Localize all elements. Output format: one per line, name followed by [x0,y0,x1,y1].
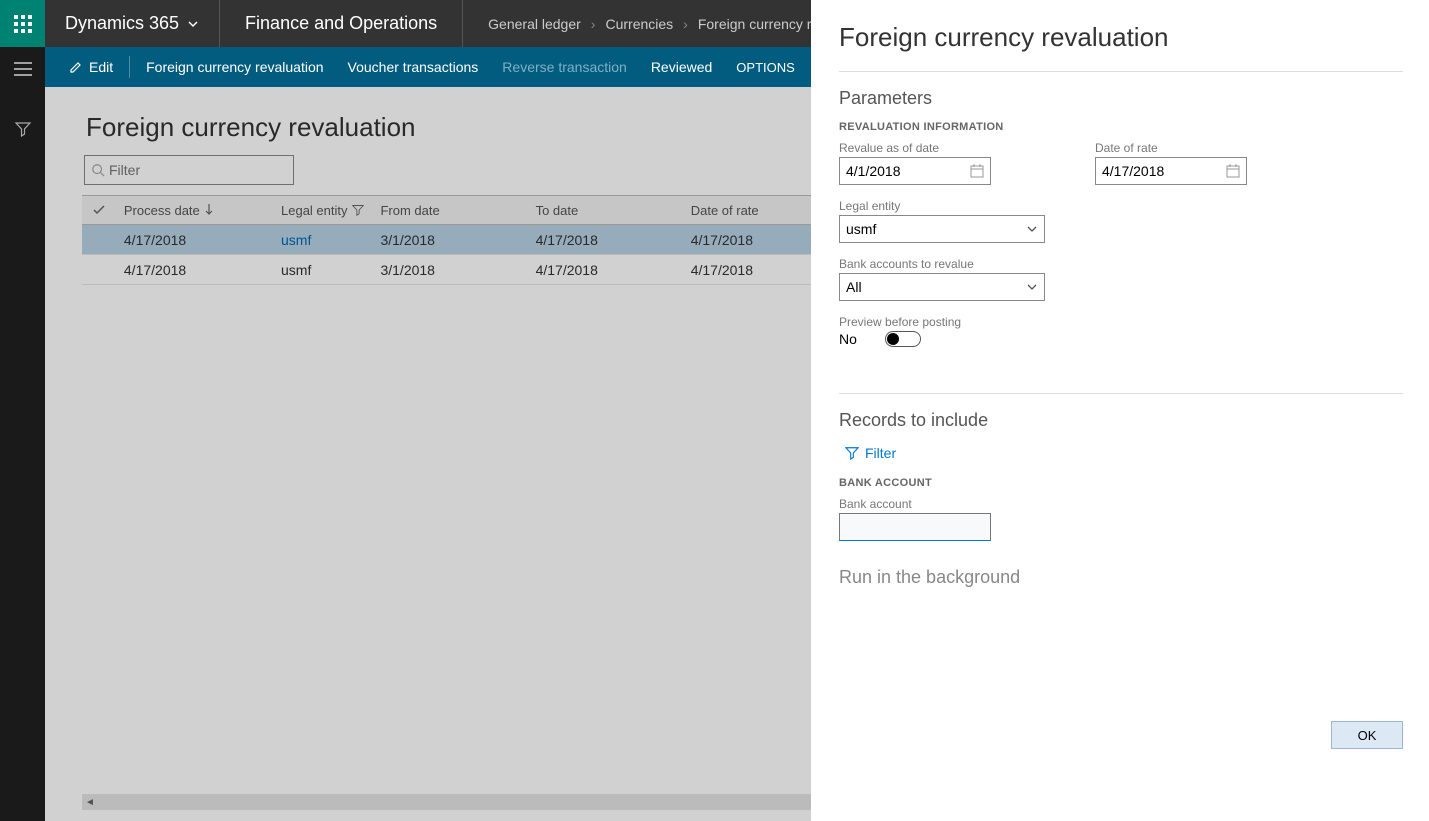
cell-from-date: 3/1/2018 [372,262,527,278]
breadcrumb-item[interactable]: Currencies [605,16,673,32]
chevron-right-icon: › [591,16,596,32]
brand-label: Dynamics 365 [65,13,179,34]
check-icon [92,203,106,217]
scroll-left-icon[interactable]: ◄ [82,794,98,810]
cell-legal-entity[interactable]: usmf [273,232,372,248]
records-heading: Records to include [839,410,1429,431]
calendar-icon [970,164,984,178]
cell-to-date: 4/17/2018 [528,232,683,248]
sort-down-icon [204,204,214,216]
input-value: 4/1/2018 [846,163,901,179]
ok-button[interactable]: OK [1331,721,1403,749]
cell-legal-entity: usmf [273,262,372,278]
revalue-as-of-input[interactable]: 4/1/2018 [839,157,991,185]
filter-box[interactable] [84,155,294,185]
options-button[interactable]: OPTIONS [724,47,807,87]
search-icon [91,163,105,177]
breadcrumb-item[interactable]: Foreign currency r [698,16,812,32]
pencil-icon [69,60,83,74]
filter-link-label: Filter [865,445,896,461]
cell-from-date: 3/1/2018 [372,232,527,248]
run-background-heading[interactable]: Run in the background [839,567,1429,588]
side-filter-button[interactable] [0,109,45,149]
filter-link[interactable]: Filter [839,445,1429,461]
preview-label: Preview before posting [839,315,1045,329]
fcr-button[interactable]: Foreign currency revaluation [134,47,335,87]
select-all-checkbox[interactable] [82,203,116,217]
voucher-button[interactable]: Voucher transactions [336,47,491,87]
col-to-date[interactable]: To date [528,203,683,218]
table-row[interactable]: 4/17/2018usmf3/1/20184/17/20184/17/2018 [82,255,812,285]
chevron-down-icon [1026,223,1038,235]
filter-input[interactable] [109,162,290,178]
calendar-icon [1226,164,1240,178]
select-value: usmf [846,221,876,237]
bank-accounts-select[interactable]: All [839,273,1045,301]
reviewed-button[interactable]: Reviewed [639,47,724,87]
cell-date-of-rate: 4/17/2018 [683,232,812,248]
preview-value: No [839,331,857,347]
select-value: All [846,279,862,295]
breadcrumb-item[interactable]: General ledger [488,16,581,32]
divider [839,71,1403,72]
reverse-button: Reverse transaction [490,47,639,87]
horizontal-scrollbar[interactable]: ◄ [82,794,812,810]
grid: Process date Legal entity From date To d… [82,195,812,285]
brand-dropdown[interactable]: Dynamics 365 [45,0,220,47]
breadcrumb: General ledger › Currencies › Foreign cu… [463,16,836,32]
date-of-rate-label: Date of rate [1095,141,1247,155]
bank-account-input[interactable] [839,513,991,541]
cell-process-date: 4/17/2018 [116,232,273,248]
divider [129,56,130,78]
funnel-icon [845,446,859,460]
dialog-panel: Foreign currency revaluation Parameters … [811,0,1429,821]
reval-info-heading: REVALUATION INFORMATION [839,121,1429,133]
input-value: 4/17/2018 [1102,163,1164,179]
grid-header: Process date Legal entity From date To d… [82,195,812,225]
bank-accounts-label: Bank accounts to revalue [839,257,1045,271]
funnel-icon [15,121,31,137]
edit-label: Edit [89,59,113,75]
legal-entity-label: Legal entity [839,199,1045,213]
module-label: Finance and Operations [220,0,463,47]
left-nav-bar [0,0,45,821]
cell-process-date: 4/17/2018 [116,262,273,278]
date-of-rate-input[interactable]: 4/17/2018 [1095,157,1247,185]
divider [839,393,1403,394]
col-label: Process date [124,203,200,218]
bank-account-group-heading: BANK ACCOUNT [839,477,1429,489]
chevron-down-icon [187,18,199,30]
cell-to-date: 4/17/2018 [528,262,683,278]
edit-button[interactable]: Edit [57,47,125,87]
panel-title: Foreign currency revaluation [839,22,1429,53]
col-legal-entity[interactable]: Legal entity [273,203,372,218]
waffle-icon [14,15,32,33]
chevron-down-icon [1026,281,1038,293]
parameters-heading: Parameters [839,88,1429,109]
chevron-right-icon: › [683,16,688,32]
revalue-as-of-label: Revalue as of date [839,141,1045,155]
hamburger-icon [14,62,32,76]
col-from-date[interactable]: From date [372,203,527,218]
table-row[interactable]: 4/17/2018usmf3/1/20184/17/20184/17/2018 [82,225,812,255]
legal-entity-select[interactable]: usmf [839,215,1045,243]
hamburger-button[interactable] [0,49,45,89]
cell-date-of-rate: 4/17/2018 [683,262,812,278]
funnel-icon [352,204,364,216]
col-date-of-rate[interactable]: Date of rate [683,203,812,218]
preview-toggle[interactable] [885,331,921,347]
app-launcher-button[interactable] [0,0,45,47]
col-process-date[interactable]: Process date [116,203,273,218]
col-label: Legal entity [281,203,348,218]
bank-account-label: Bank account [839,497,1429,511]
